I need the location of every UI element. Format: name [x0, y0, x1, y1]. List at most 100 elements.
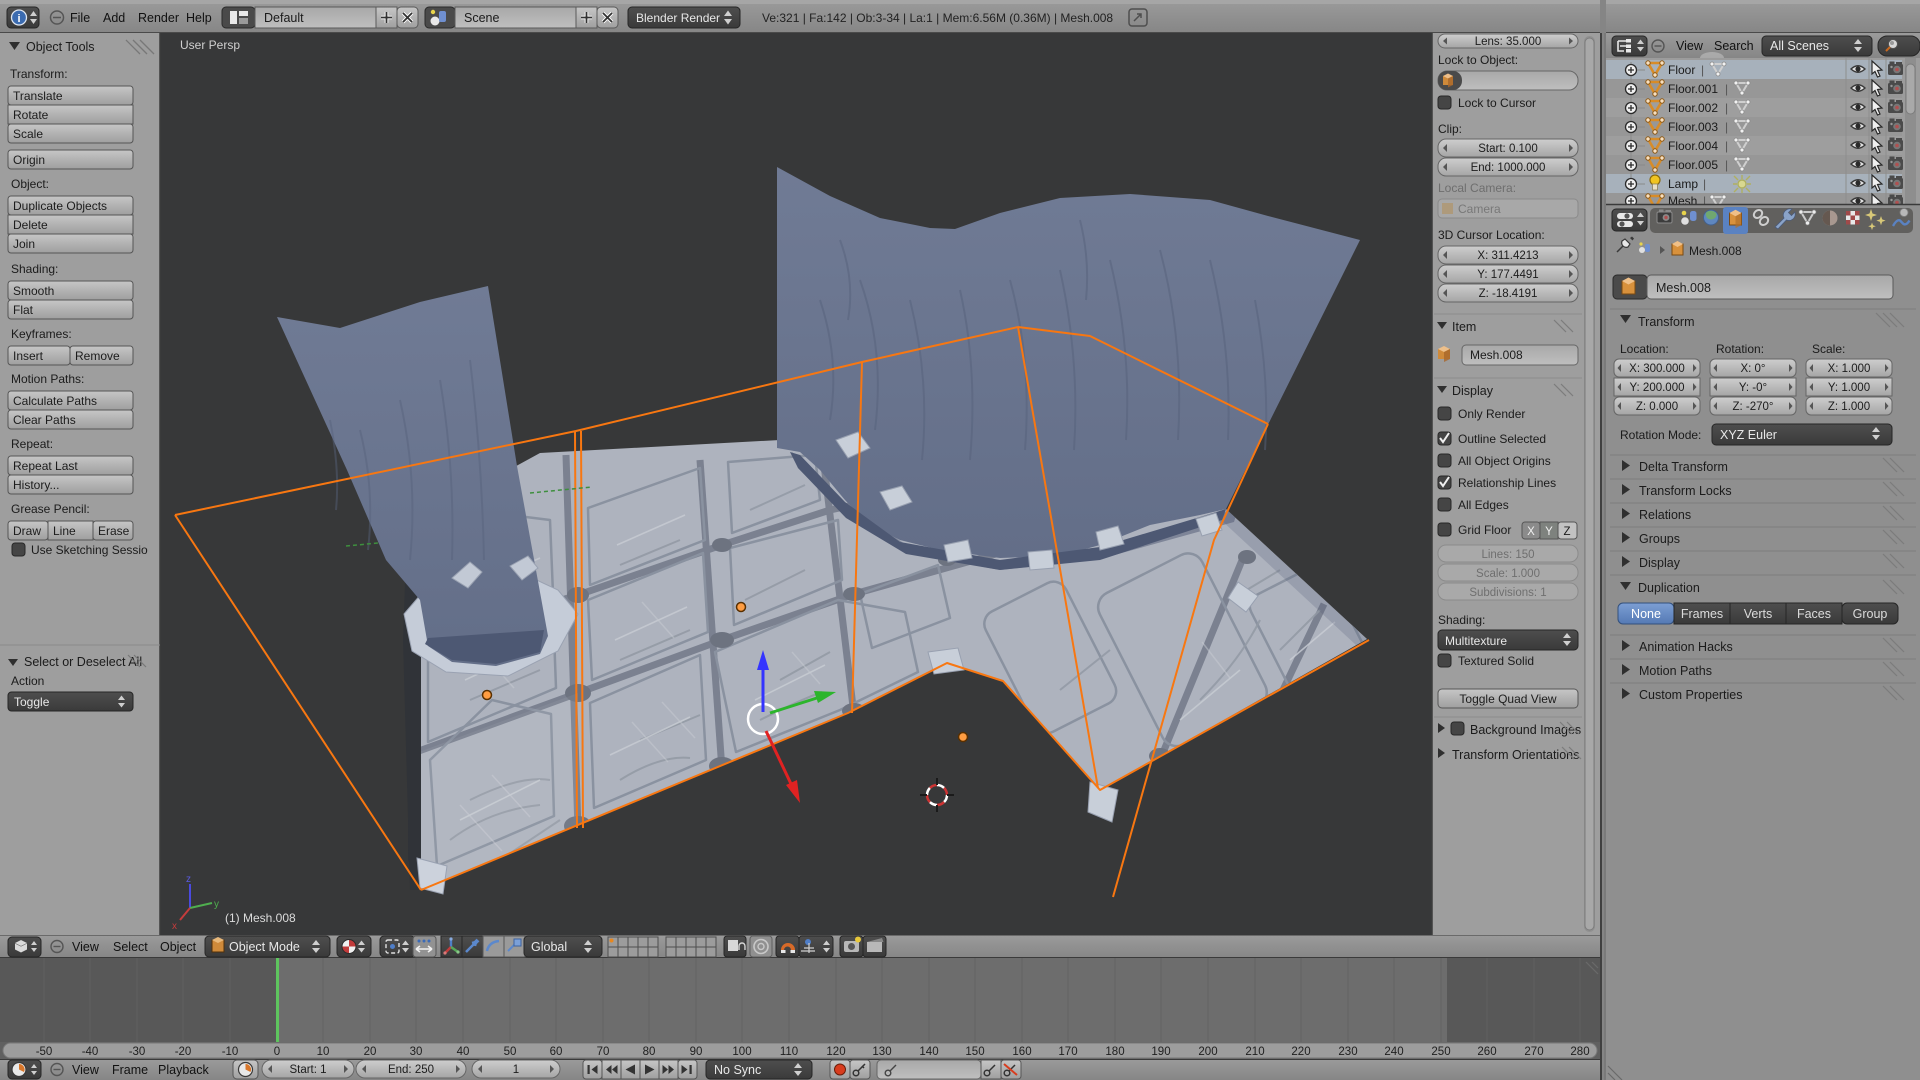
- svg-text:End: 250: End: 250: [388, 1064, 434, 1076]
- svg-text:-20: -20: [175, 1046, 192, 1058]
- svg-text:Y: 200.000: Y: 200.000: [1630, 382, 1685, 394]
- svg-text:190: 190: [1151, 1046, 1170, 1058]
- svg-text:Local Camera:: Local Camera:: [1438, 181, 1516, 195]
- svg-text:Start: 1: Start: 1: [289, 1064, 326, 1076]
- svg-text:Frame: Frame: [112, 1063, 148, 1077]
- svg-text:(1) Mesh.008: (1) Mesh.008: [225, 911, 296, 925]
- svg-text:Global: Global: [531, 940, 567, 954]
- svg-text:20: 20: [364, 1046, 377, 1058]
- svg-text:Calculate Paths: Calculate Paths: [13, 394, 97, 408]
- svg-text:-50: -50: [36, 1046, 53, 1058]
- svg-text:Help: Help: [186, 11, 212, 25]
- svg-text:10: 10: [317, 1046, 330, 1058]
- svg-text:1: 1: [513, 1064, 519, 1076]
- svg-text:Repeat Last: Repeat Last: [13, 459, 78, 473]
- svg-text:Scale:: Scale:: [1812, 342, 1845, 356]
- svg-text:30: 30: [410, 1046, 423, 1058]
- svg-text:40: 40: [457, 1046, 470, 1058]
- svg-text:Repeat:: Repeat:: [11, 437, 53, 451]
- svg-text:70: 70: [597, 1046, 610, 1058]
- svg-text:Ve:321 | Fa:142 | Ob:3-34 | La: Ve:321 | Fa:142 | Ob:3-34 | La:1 | Mem:6…: [762, 11, 1113, 25]
- svg-text:Shading:: Shading:: [11, 262, 58, 276]
- svg-text:x: x: [172, 921, 177, 932]
- svg-text:60: 60: [550, 1046, 563, 1058]
- svg-text:Translate: Translate: [13, 89, 63, 103]
- svg-text:Lamp: Lamp: [1668, 177, 1698, 191]
- svg-text:Select: Select: [113, 940, 148, 954]
- svg-text:Insert: Insert: [13, 349, 44, 363]
- svg-text:Blender Render: Blender Render: [636, 11, 720, 25]
- svg-text:Motion Paths: Motion Paths: [1639, 664, 1712, 678]
- svg-text:Scene: Scene: [464, 11, 499, 25]
- svg-text:Duplication: Duplication: [1638, 581, 1700, 595]
- svg-text:View: View: [72, 940, 100, 954]
- svg-text:Y: -0°: Y: -0°: [1739, 382, 1767, 394]
- svg-text:Item: Item: [1452, 320, 1476, 334]
- svg-text:Remove: Remove: [75, 349, 120, 363]
- svg-text:z: z: [186, 874, 191, 885]
- svg-text:-30: -30: [129, 1046, 146, 1058]
- svg-text:Frames: Frames: [1681, 607, 1723, 621]
- svg-text:Faces: Faces: [1797, 607, 1831, 621]
- svg-text:End: 1000.000: End: 1000.000: [1471, 162, 1546, 174]
- svg-text:User Persp: User Persp: [180, 38, 240, 52]
- svg-text:Display: Display: [1452, 384, 1494, 398]
- svg-text:Background Images: Background Images: [1470, 723, 1581, 737]
- svg-text:Draw: Draw: [13, 524, 41, 538]
- svg-text:Origin: Origin: [13, 153, 45, 167]
- svg-text:Relationship Lines: Relationship Lines: [1458, 476, 1556, 490]
- svg-text:Floor.001: Floor.001: [1668, 82, 1718, 96]
- svg-text:Transform Orientations: Transform Orientations: [1452, 748, 1579, 762]
- svg-text:All Edges: All Edges: [1458, 498, 1509, 512]
- svg-text:270: 270: [1524, 1046, 1543, 1058]
- svg-text:210: 210: [1245, 1046, 1264, 1058]
- svg-text:Transform:: Transform:: [10, 67, 68, 81]
- svg-text:Groups: Groups: [1639, 532, 1680, 546]
- svg-text:Floor.004: Floor.004: [1668, 139, 1718, 153]
- svg-text:Smooth: Smooth: [13, 284, 54, 298]
- svg-text:Relations: Relations: [1639, 508, 1691, 522]
- svg-text:120: 120: [826, 1046, 845, 1058]
- svg-text:Toggle: Toggle: [14, 695, 50, 709]
- svg-text:Verts: Verts: [1744, 607, 1773, 621]
- svg-text:Lines: 150: Lines: 150: [1481, 549, 1534, 561]
- svg-text:Default: Default: [264, 11, 304, 25]
- svg-text:XYZ Euler: XYZ Euler: [1720, 428, 1777, 442]
- svg-text:Erase: Erase: [98, 524, 130, 538]
- svg-text:Y: 177.4491: Y: 177.4491: [1477, 269, 1538, 281]
- svg-text:Transform Locks: Transform Locks: [1639, 484, 1732, 498]
- svg-text:Lock to Object:: Lock to Object:: [1438, 53, 1518, 67]
- svg-text:|: |: [1725, 101, 1728, 115]
- svg-text:Join: Join: [13, 237, 35, 251]
- svg-text:i: i: [17, 13, 20, 25]
- svg-text:50: 50: [504, 1046, 517, 1058]
- svg-text:Render: Render: [138, 11, 179, 25]
- svg-text:Y: 1.000: Y: 1.000: [1828, 382, 1870, 394]
- svg-text:Add: Add: [103, 11, 125, 25]
- svg-text:X: 0°: X: 0°: [1740, 363, 1765, 375]
- svg-text:Multitexture: Multitexture: [1445, 634, 1507, 648]
- svg-text:Z: 0.000: Z: 0.000: [1636, 401, 1678, 413]
- svg-text:|: |: [1701, 63, 1704, 77]
- svg-text:Mesh.008: Mesh.008: [1689, 244, 1742, 258]
- svg-text:Playback: Playback: [158, 1063, 209, 1077]
- svg-text:Delta Transform: Delta Transform: [1639, 460, 1728, 474]
- svg-text:X: 311.4213: X: 311.4213: [1477, 250, 1538, 262]
- svg-text:History...: History...: [13, 478, 59, 492]
- svg-text:170: 170: [1058, 1046, 1077, 1058]
- svg-text:Object Tools: Object Tools: [26, 40, 95, 54]
- svg-text:Floor: Floor: [1668, 63, 1695, 77]
- svg-text:Mesh.008: Mesh.008: [1470, 348, 1523, 362]
- svg-text:X: 1.000: X: 1.000: [1828, 363, 1871, 375]
- svg-text:All Object Origins: All Object Origins: [1458, 454, 1551, 468]
- svg-text:80: 80: [643, 1046, 656, 1058]
- svg-text:Grid Floor: Grid Floor: [1458, 523, 1511, 537]
- svg-text:Animation Hacks: Animation Hacks: [1639, 640, 1733, 654]
- svg-text:Z: -18.4191: Z: -18.4191: [1479, 288, 1538, 300]
- svg-text:Clear Paths: Clear Paths: [13, 413, 76, 427]
- svg-text:130: 130: [872, 1046, 891, 1058]
- svg-text:Outline Selected: Outline Selected: [1458, 432, 1546, 446]
- svg-text:Floor.002: Floor.002: [1668, 101, 1718, 115]
- svg-text:Floor.003: Floor.003: [1668, 120, 1718, 134]
- svg-text:File: File: [70, 11, 90, 25]
